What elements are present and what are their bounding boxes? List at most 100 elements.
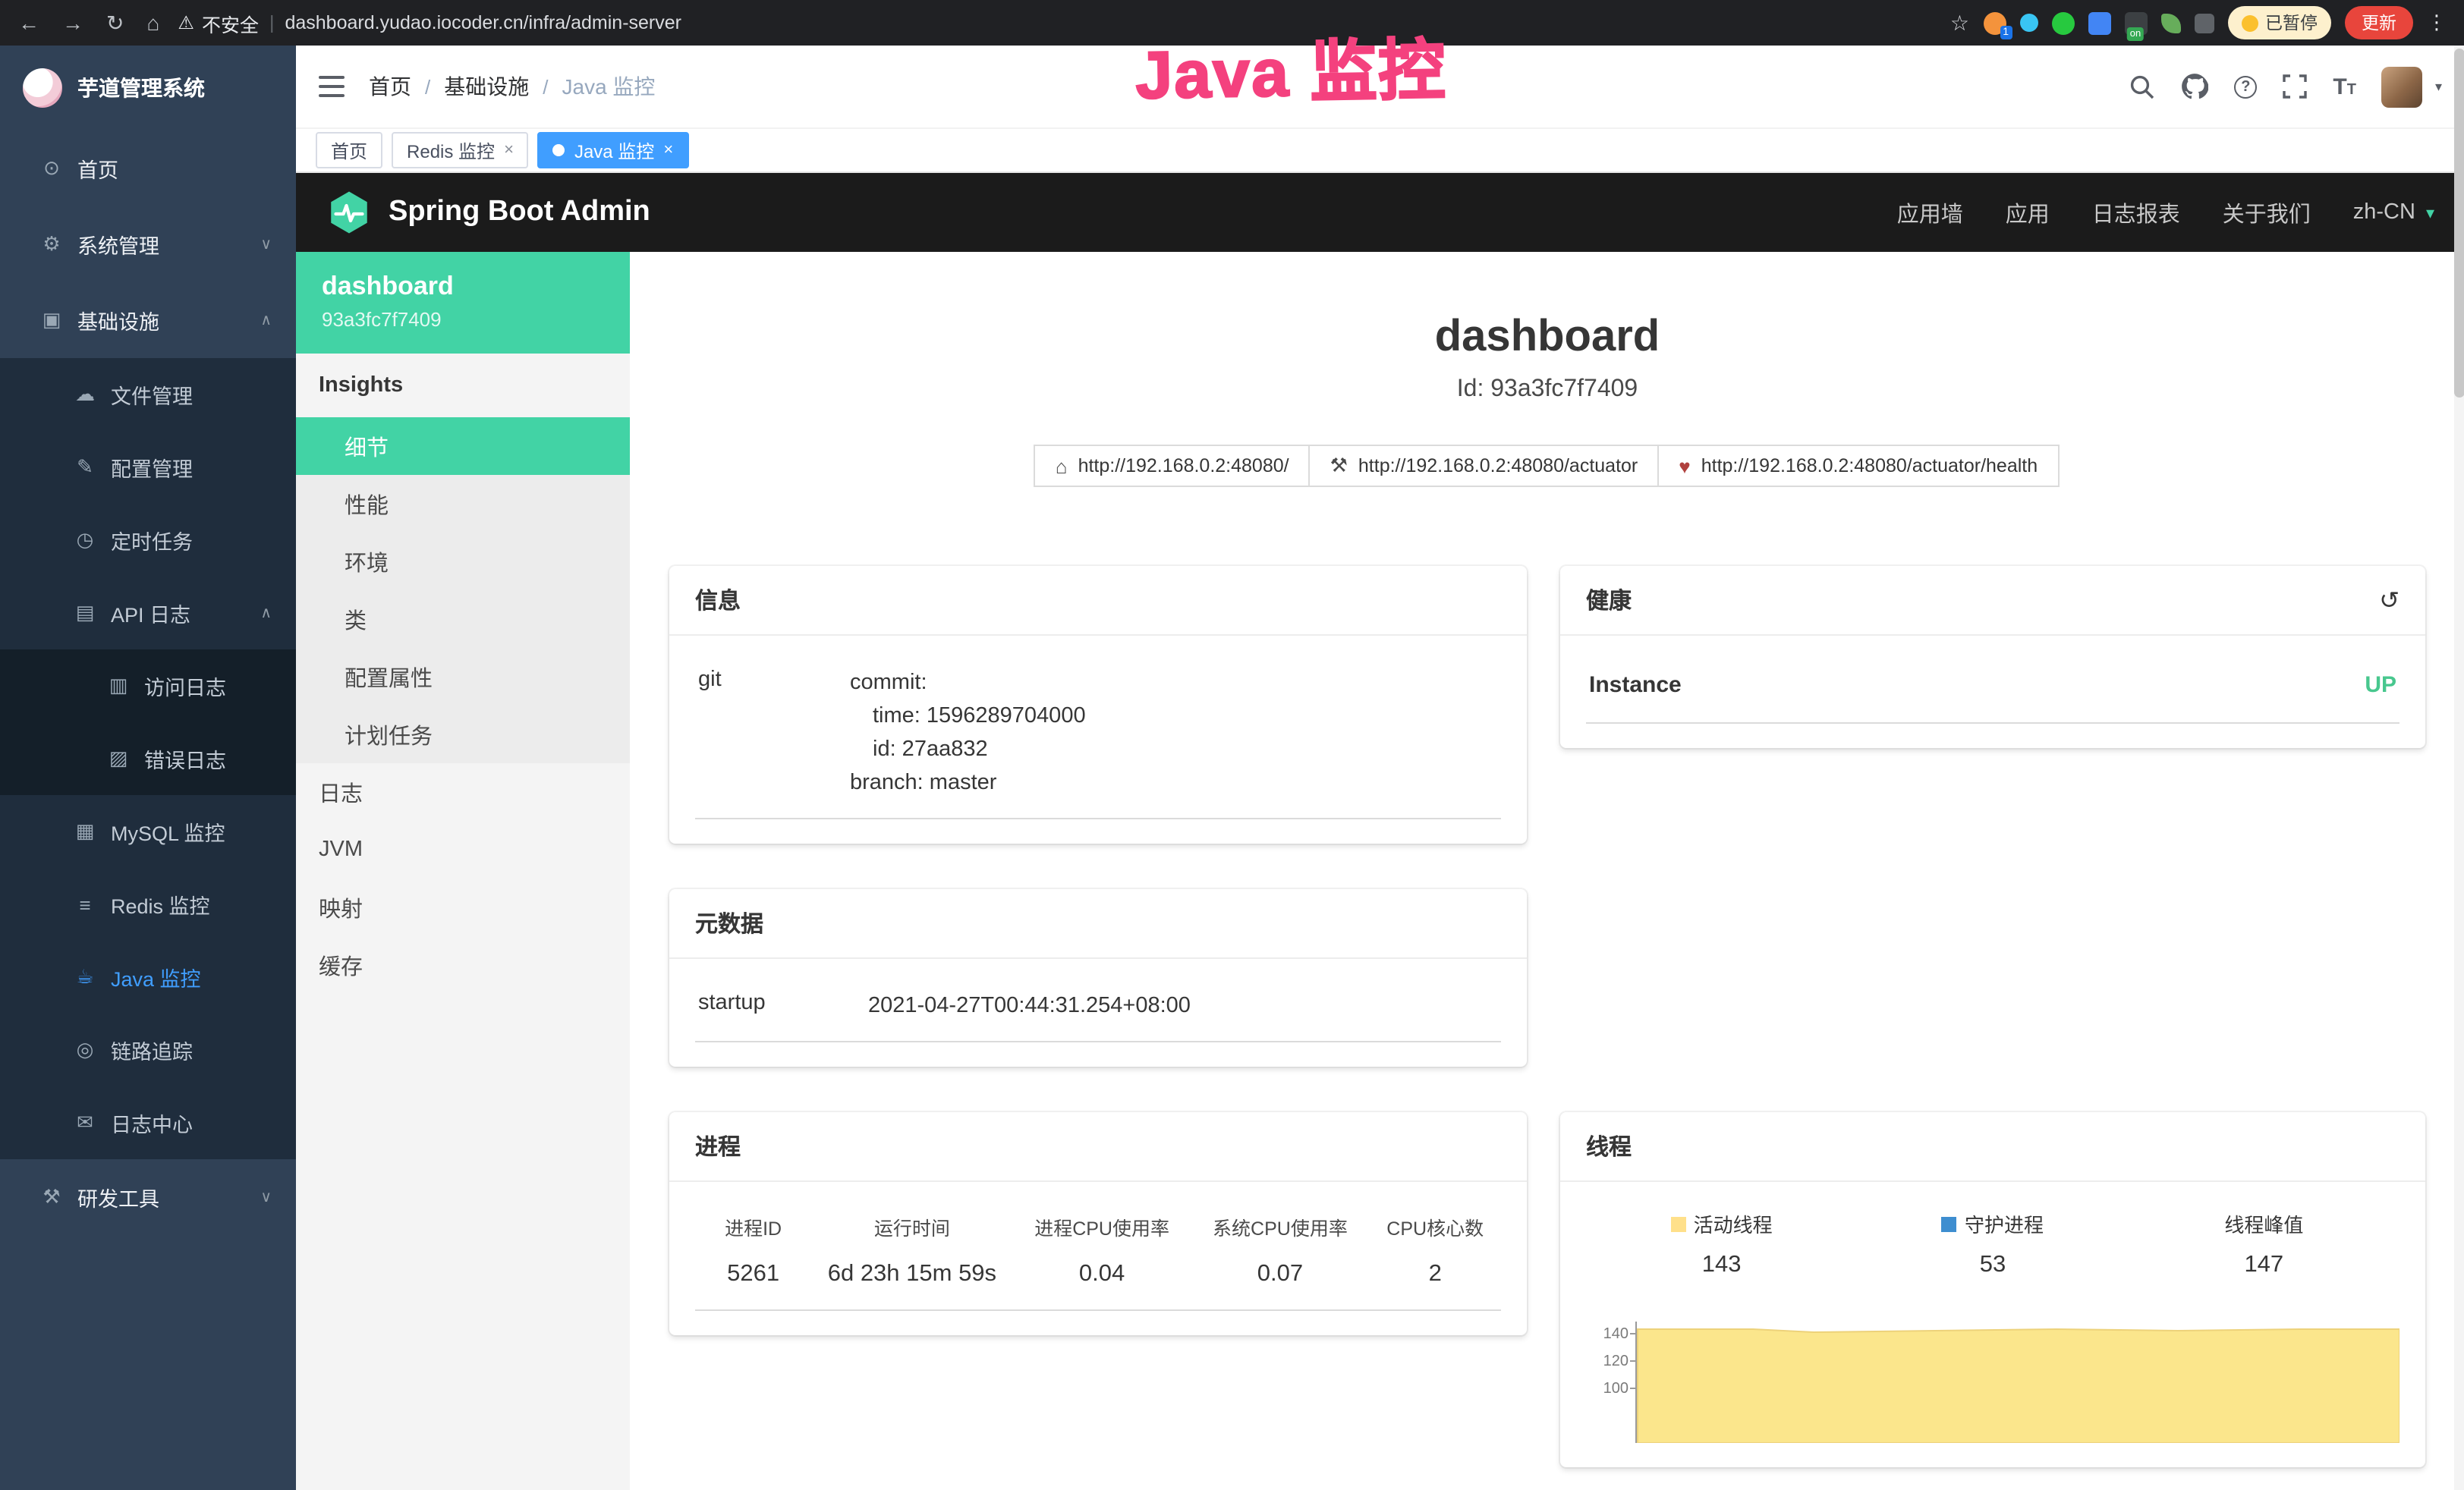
health-url-link[interactable]: ♥ http://192.168.0.2:48080/actuator/heal… (1657, 445, 2059, 487)
error-log-icon: ▨ (106, 747, 131, 771)
extension-icon-orange[interactable]: 1 (1983, 11, 2006, 34)
instance-header[interactable]: dashboard 93a3fc7f7409 (296, 252, 630, 354)
bookmark-star-icon[interactable]: ☆ (1950, 10, 1969, 36)
metadata-row-startup: startup 2021-04-27T00:44:31.254+08:00 (695, 980, 1501, 1042)
sba-nav-applications[interactable]: 应用 (2006, 196, 2050, 228)
sba-brand[interactable]: Spring Boot Admin (326, 190, 650, 235)
extension-icon-green[interactable] (2051, 11, 2074, 34)
extension-icon-adblock[interactable]: on (2124, 11, 2147, 34)
breadcrumb-infrastructure[interactable]: 基础设施 (444, 71, 529, 102)
sidebar-item-label: 文件管理 (111, 379, 193, 410)
sidebar-item-home[interactable]: ⊙ 首页 (0, 130, 296, 206)
sidebar-item-label: API 日志 (111, 598, 190, 628)
back-icon[interactable]: ← (18, 10, 39, 36)
service-url-link[interactable]: ⌂ http://192.168.0.2:48080/ (1034, 445, 1311, 487)
sba-item-details[interactable]: 细节 (296, 417, 630, 475)
tab-label: 首页 (331, 137, 367, 163)
extensions-puzzle-icon[interactable] (2194, 13, 2214, 33)
sba-item-classes[interactable]: 类 (296, 590, 630, 648)
sba-item-logs[interactable]: 日志 (296, 763, 630, 821)
tab-label: Redis 监控 (407, 137, 495, 163)
legend-value: 147 (2129, 1252, 2399, 1279)
process-value-uptime: 6d 23h 15m 59s (811, 1247, 1013, 1288)
header-actions: ? TT ▾ (2129, 66, 2442, 107)
breadcrumb-separator: / (543, 75, 548, 98)
sidebar-item-system-management[interactable]: ⚙ 系统管理 ∨ (0, 206, 296, 282)
sidebar-item-access-logs[interactable]: ▥ 访问日志 (0, 649, 296, 722)
actuator-url-link[interactable]: ⚒ http://192.168.0.2:48080/actuator (1309, 445, 1660, 487)
avatar-caret-icon[interactable]: ▾ (2435, 78, 2442, 95)
sidebar-item-redis-monitor[interactable]: ≡ Redis 监控 (0, 868, 296, 941)
security-indicator[interactable]: ⚠ 不安全 (178, 8, 259, 37)
paused-badge[interactable]: 已暂停 (2227, 6, 2331, 39)
font-size-big-t: T (2333, 75, 2346, 98)
language-selector[interactable]: zh-CN ▾ (2353, 200, 2434, 225)
sidebar-item-infrastructure[interactable]: ▣ 基础设施 ∧ (0, 282, 296, 358)
font-size-icon[interactable]: TT (2333, 75, 2356, 98)
tab-java-monitor[interactable]: Java 监控 × (538, 132, 688, 168)
health-card-body: Instance UP (1560, 636, 2425, 748)
url-text[interactable]: dashboard.yudao.iocoder.cn/infra/admin-s… (285, 12, 681, 33)
health-card-title: 健康 ↺ (1560, 566, 2425, 636)
sidebar-item-label: 错误日志 (144, 743, 226, 774)
close-icon[interactable]: × (504, 141, 514, 159)
sidebar-item-scheduled-tasks[interactable]: ◷ 定时任务 (0, 504, 296, 577)
home-icon[interactable]: ⌂ (146, 10, 159, 36)
process-header-pid: 进程ID (695, 1206, 811, 1247)
sidebar-item-label: 配置管理 (111, 452, 193, 483)
extension-icon-drop[interactable] (2019, 14, 2038, 32)
info-key: git (698, 666, 850, 800)
sidebar-item-config-management[interactable]: ✎ 配置管理 (0, 431, 296, 504)
url-separator: | (269, 12, 275, 33)
help-icon[interactable]: ? (2234, 75, 2257, 98)
ytick-100: 100 (1603, 1380, 1629, 1397)
metadata-card-title: 元数据 (669, 889, 1527, 959)
sba-sidebar: dashboard 93a3fc7f7409 Insights 细节 性能 环境… (296, 252, 630, 1490)
breadcrumb-home[interactable]: 首页 (369, 71, 411, 102)
scrollbar-thumb[interactable] (2454, 49, 2464, 398)
page-scrollbar (2454, 46, 2464, 1490)
legend-swatch-live (1671, 1216, 1686, 1231)
sba-nav-journal[interactable]: 日志报表 (2092, 196, 2180, 228)
sba-content: dashboard Id: 93a3fc7f7409 ⌂ http://192.… (630, 252, 2464, 1490)
app-logo-row[interactable]: 芋道管理系统 (0, 46, 296, 130)
fullscreen-icon[interactable] (2283, 74, 2307, 99)
sidebar-item-file-management[interactable]: ☁ 文件管理 (0, 358, 296, 431)
sidebar-item-log-center[interactable]: ✉ 日志中心 (0, 1086, 296, 1159)
sba-item-scheduled-tasks[interactable]: 计划任务 (296, 706, 630, 763)
sba-item-environment[interactable]: 环境 (296, 533, 630, 590)
redis-icon: ≡ (73, 893, 97, 916)
sidebar-item-api-logs[interactable]: ▤ API 日志 ∧ (0, 577, 296, 649)
instance-name: dashboard (322, 272, 604, 302)
address-bar[interactable]: ⚠ 不安全 | dashboard.yudao.iocoder.cn/infra… (178, 8, 1931, 37)
sidebar-collapse-icon[interactable] (319, 76, 345, 97)
sba-nav-wallboard[interactable]: 应用墙 (1897, 196, 1963, 228)
home-icon: ⌂ (1056, 454, 1068, 477)
health-instance-row[interactable]: Instance UP (1586, 657, 2399, 724)
sidebar-item-java-monitor[interactable]: ☕ Java 监控 (0, 941, 296, 1014)
extension-icon-grid[interactable] (2088, 11, 2110, 34)
sba-item-metrics[interactable]: 性能 (296, 475, 630, 533)
reload-icon[interactable]: ↻ (106, 10, 124, 36)
access-log-icon: ▥ (106, 674, 131, 698)
browser-menu-icon[interactable]: ⋮ (2427, 11, 2447, 35)
github-icon[interactable] (2181, 73, 2208, 100)
history-icon[interactable]: ↺ (2379, 585, 2399, 615)
extension-icon-leaf[interactable] (2160, 13, 2180, 33)
close-icon[interactable]: × (663, 141, 673, 159)
sba-item-caches[interactable]: 缓存 (296, 936, 630, 994)
sba-item-mappings[interactable]: 映射 (296, 879, 630, 936)
sidebar-item-trace[interactable]: ◎ 链路追踪 (0, 1014, 296, 1086)
sidebar-item-error-logs[interactable]: ▨ 错误日志 (0, 722, 296, 795)
sidebar-item-mysql-monitor[interactable]: ▦ MySQL 监控 (0, 795, 296, 868)
forward-icon[interactable]: → (62, 10, 83, 36)
user-avatar[interactable] (2382, 66, 2423, 107)
search-icon[interactable] (2129, 74, 2155, 99)
update-button[interactable]: 更新 (2345, 6, 2413, 39)
sba-nav-about[interactable]: 关于我们 (2223, 196, 2311, 228)
tab-home[interactable]: 首页 (316, 132, 382, 168)
tab-redis-monitor[interactable]: Redis 监控 × (392, 132, 529, 168)
sba-item-jvm[interactable]: JVM (296, 821, 630, 879)
sba-item-config-props[interactable]: 配置属性 (296, 648, 630, 706)
sidebar-item-dev-tools[interactable]: ⚒ 研发工具 ∨ (0, 1159, 296, 1235)
